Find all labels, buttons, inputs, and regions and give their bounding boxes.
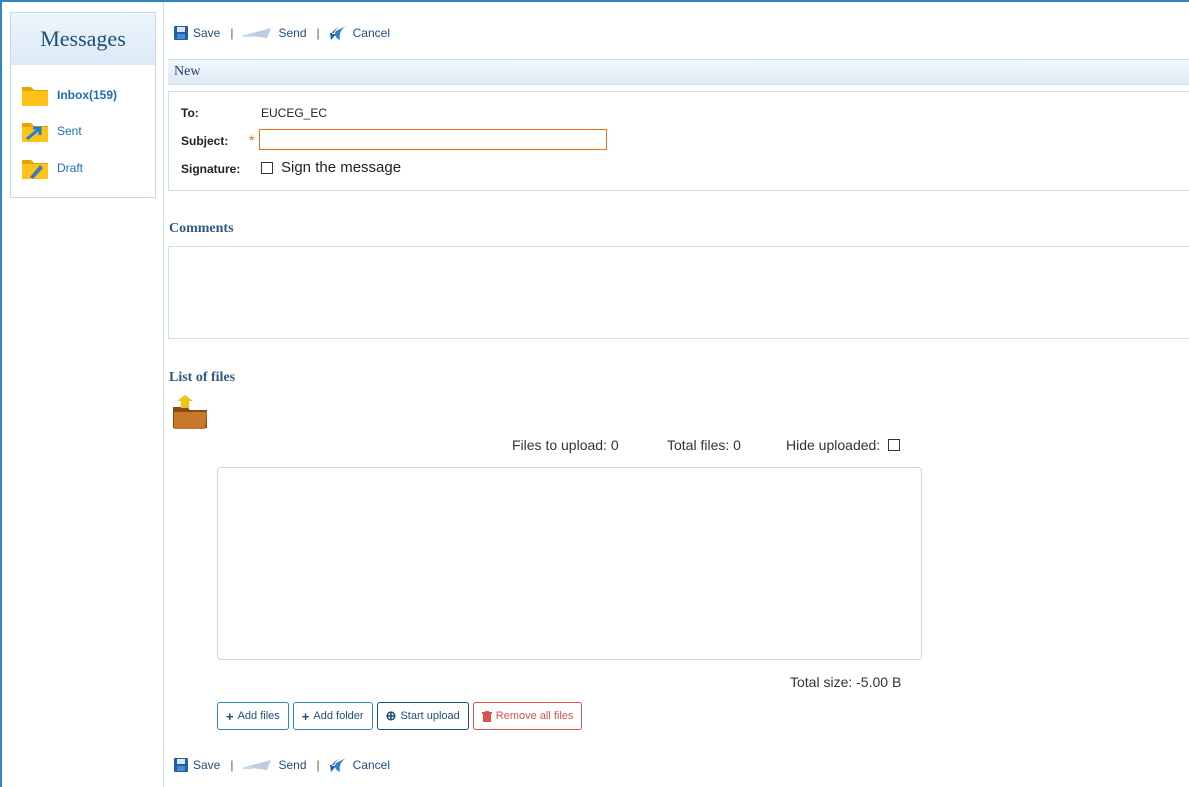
file-actions: + Add files + Add folder ⊕ Start upload … [217,702,583,730]
sidebar-item-inbox[interactable]: Inbox(159) [21,82,117,108]
remove-all-files-button[interactable]: Remove all files [472,702,583,730]
save-label: Save [193,758,221,772]
toolbar-separator: | [230,26,234,40]
cancel-label: Cancel [352,26,390,40]
folder-upload-icon[interactable] [171,393,209,431]
subject-input[interactable] [259,129,607,150]
cancel-button-bottom[interactable]: Cancel [329,756,390,774]
save-label: Save [193,26,221,40]
total-files-count: Total files: 0 [667,437,741,453]
top-toolbar: Save | Send | Cancel [174,22,390,44]
hide-uploaded-label: Hide uploaded: [786,437,881,453]
start-upload-label: Start upload [400,710,460,722]
plus-icon: + [301,708,310,724]
save-icon [174,758,188,772]
files-list-area[interactable] [217,467,922,660]
send-icon [243,28,272,38]
sidebar-item-label: Draft [57,161,84,175]
total-size: Total size: -5.00 B [790,674,902,690]
hide-uploaded-checkbox[interactable] [888,439,901,451]
sidebar-item-label: Inbox(159) [57,88,118,102]
toolbar-separator: | [316,26,320,40]
toolbar-separator: | [316,758,320,772]
sidebar-item-label: Sent [57,124,82,138]
send-button-bottom[interactable]: Send [243,758,307,772]
save-button[interactable]: Save [174,26,220,40]
send-label: Send [278,26,307,40]
cancel-label: Cancel [352,758,390,772]
start-upload-button[interactable]: ⊕ Start upload [376,702,469,730]
toolbar-separator: | [230,758,234,772]
inbox-folder-icon [22,87,48,106]
save-button-bottom[interactable]: Save [174,758,220,772]
send-button[interactable]: Send [243,26,307,40]
save-icon [174,26,188,40]
send-label: Send [278,758,307,772]
send-icon [243,760,272,770]
files-title: List of files [169,370,236,385]
trash-icon [481,710,492,722]
files-to-upload-count: Files to upload: 0 [512,437,619,453]
add-folder-button[interactable]: + Add folder [292,702,373,730]
comments-title: Comments [169,221,234,236]
add-folder-label: Add folder [313,710,364,722]
to-label: To: [181,106,199,120]
sidebar-item-draft[interactable]: Draft [21,155,83,181]
comments-textarea[interactable] [168,246,1189,339]
new-message-header: New [168,59,1189,85]
bottom-toolbar: Save | Send | Cancel [174,754,390,776]
sidebar-item-sent[interactable]: Sent [21,118,82,144]
add-files-button[interactable]: + Add files [217,702,289,730]
upload-circle-icon: ⊕ [385,708,397,723]
cancel-arrow-icon [329,758,346,772]
to-value: EUCEG_EC [261,106,328,120]
cancel-button[interactable]: Cancel [329,24,390,42]
plus-icon: + [226,708,234,724]
sign-message-option[interactable]: Sign the message [261,159,401,176]
sidebar-title: Messages [11,13,155,65]
add-files-label: Add files [237,710,280,722]
draft-folder-icon [22,160,48,179]
sign-message-label: Sign the message [281,159,402,176]
sent-folder-icon [22,123,48,142]
message-form: To: EUCEG_EC Subject: * Signature: Sign … [168,91,1189,191]
subject-label: Subject: [181,134,229,148]
cancel-arrow-icon [329,26,346,40]
remove-all-label: Remove all files [495,710,574,722]
required-marker: * [249,132,255,148]
hide-uploaded-toggle[interactable]: Hide uploaded: [786,436,901,454]
signature-label: Signature: [181,162,241,176]
sign-message-checkbox[interactable] [261,161,273,174]
